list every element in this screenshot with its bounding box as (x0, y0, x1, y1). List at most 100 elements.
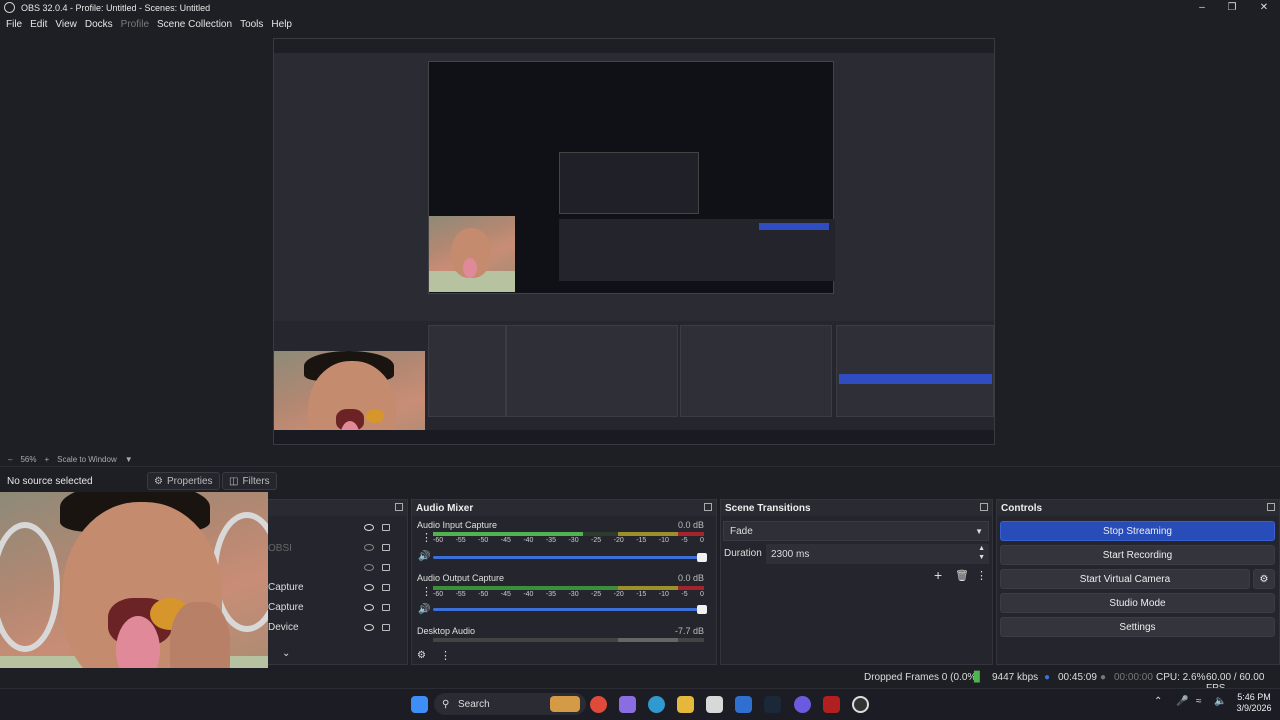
nested-taskbar (274, 430, 994, 444)
visibility-eye-icon[interactable] (364, 524, 374, 531)
obs-logo-icon (4, 2, 15, 13)
volume-icon[interactable]: 🔈 (1214, 696, 1226, 707)
close-button[interactable]: ✕ (1248, 0, 1280, 15)
meter-tick-label: 0 (700, 537, 704, 544)
taskbar-search[interactable]: ⚲ Search (434, 693, 586, 715)
start-virtual-camera-button[interactable]: Start Virtual Camera (1000, 569, 1250, 589)
dock-popout-icon[interactable] (1267, 503, 1275, 511)
speaker-icon[interactable]: 🔊 (418, 551, 430, 562)
zoom-in-icon[interactable]: + (44, 455, 49, 464)
outlook-icon[interactable] (735, 696, 752, 713)
volume-slider[interactable] (433, 553, 707, 562)
volume-slider[interactable] (433, 605, 707, 614)
menu-profile[interactable]: Profile (121, 19, 149, 30)
visibility-eye-icon[interactable] (364, 624, 374, 631)
stepper-icon[interactable]: ▲ ▼ (978, 544, 985, 562)
trash-icon[interactable]: 🗑 (955, 569, 969, 582)
menu-docks[interactable]: Docks (85, 19, 113, 30)
zoom-out-icon[interactable]: – (8, 455, 12, 464)
no-source-label: No source selected (7, 476, 93, 487)
wifi-icon[interactable]: ≈ (1196, 696, 1202, 707)
title-bar: OBS 32.0.4 - Profile: Untitled - Scenes:… (0, 0, 1280, 15)
start-recording-button[interactable]: Start Recording (1000, 545, 1275, 565)
meter-tick-label: -30 (568, 537, 579, 544)
duration-value: 2300 ms (771, 548, 810, 560)
file-explorer-icon[interactable] (677, 696, 694, 713)
transition-menu-icon[interactable]: ⋮ (976, 569, 987, 582)
kebab-menu-icon[interactable]: ⋮ (421, 585, 432, 598)
lock-icon[interactable] (382, 624, 390, 631)
minimize-button[interactable]: – (1186, 0, 1218, 15)
mixer-menu-icon[interactable]: ⋮ (440, 649, 451, 662)
dock-popout-icon[interactable] (704, 503, 712, 511)
obs-taskbar-icon[interactable] (852, 696, 869, 713)
menu-tools[interactable]: Tools (240, 19, 263, 30)
search-highlight-icon (550, 696, 580, 712)
properties-button[interactable]: ⚙ Properties (147, 472, 220, 490)
preview-area[interactable] (0, 33, 1280, 452)
scale-dropdown-icon[interactable]: ▼ (125, 455, 133, 464)
lock-icon[interactable] (382, 544, 390, 551)
record-time: 00:00:00 (1114, 672, 1153, 683)
tray-chevron-icon[interactable]: ⌃ (1154, 696, 1162, 707)
edge-icon[interactable] (648, 696, 665, 713)
meter-tick-label: -40 (523, 591, 534, 598)
menu-file[interactable]: File (6, 19, 22, 30)
transition-select[interactable]: Fade ▼ (723, 521, 989, 541)
lock-icon[interactable] (382, 584, 390, 591)
visibility-eye-hidden-icon[interactable] (364, 564, 374, 571)
lock-icon[interactable] (382, 564, 390, 571)
settings-button[interactable]: Settings (1000, 617, 1275, 637)
menu-scene-collection[interactable]: Scene Collection (157, 19, 232, 30)
preview-canvas[interactable] (273, 38, 995, 445)
meter-tick-label: -50 (478, 537, 489, 544)
duration-label: Duration (724, 548, 762, 559)
status-bar: Dropped Frames 0 (0.0%) ▊ 9447 kbps ● 00… (0, 668, 1280, 694)
meter-tick-label: -55 (455, 591, 466, 598)
meter-tick-label: -10 (658, 537, 669, 544)
studio-mode-button[interactable]: Studio Mode (1000, 593, 1275, 613)
copilot-icon[interactable] (619, 696, 636, 713)
visibility-eye-icon[interactable] (364, 584, 374, 591)
dock-popout-icon[interactable] (395, 503, 403, 511)
lock-icon[interactable] (382, 604, 390, 611)
chrome-icon[interactable] (590, 696, 607, 713)
duration-input[interactable]: 2300 ms ▲ ▼ (766, 544, 989, 564)
clock[interactable]: 5:46 PM 3/9/2026 (1234, 692, 1274, 714)
volume-slider-handle[interactable] (697, 605, 707, 614)
menu-view[interactable]: View (55, 19, 77, 30)
filters-label: Filters (242, 475, 270, 487)
move-down-icon[interactable]: ⌄ (282, 648, 290, 659)
virtual-camera-settings-gear-icon[interactable]: ⚙ (1253, 569, 1275, 589)
menu-edit[interactable]: Edit (30, 19, 47, 30)
mixer-track-db: -7.7 dB (674, 626, 704, 636)
nested-webcam (429, 216, 515, 292)
app-icon[interactable] (823, 696, 840, 713)
advanced-audio-icon[interactable]: ⚙ (417, 650, 426, 661)
kebab-menu-icon[interactable]: ⋮ (421, 531, 432, 544)
steam-icon[interactable] (764, 696, 781, 713)
store-icon[interactable] (706, 696, 723, 713)
level-meter (433, 532, 704, 536)
filters-button[interactable]: ◫ Filters (222, 472, 277, 490)
volume-slider-handle[interactable] (697, 553, 707, 562)
windows-start-icon[interactable] (411, 696, 428, 713)
mixer-track-db: 0.0 dB (677, 520, 704, 530)
visibility-eye-hidden-icon[interactable] (364, 544, 374, 551)
microphone-icon[interactable]: 🎤 (1176, 696, 1188, 707)
lock-icon[interactable] (382, 524, 390, 531)
visibility-eye-icon[interactable] (364, 604, 374, 611)
meter-tick-label: -5 (681, 591, 688, 598)
add-transition-icon[interactable]: + (934, 567, 942, 583)
meter-tick-label: -25 (591, 537, 602, 544)
speaker-icon[interactable]: 🔊 (418, 604, 430, 615)
discord-icon[interactable] (794, 696, 811, 713)
mixer-track-db: 0.0 dB (677, 573, 704, 583)
sources-dock-title (263, 500, 407, 516)
stop-streaming-button[interactable]: Stop Streaming (1000, 521, 1275, 541)
scale-mode[interactable]: Scale to Window (57, 455, 117, 464)
menu-help[interactable]: Help (271, 19, 292, 30)
maximize-button[interactable]: ❐ (1216, 0, 1248, 15)
dock-popout-icon[interactable] (980, 503, 988, 511)
gear-icon: ⚙ (154, 475, 163, 487)
